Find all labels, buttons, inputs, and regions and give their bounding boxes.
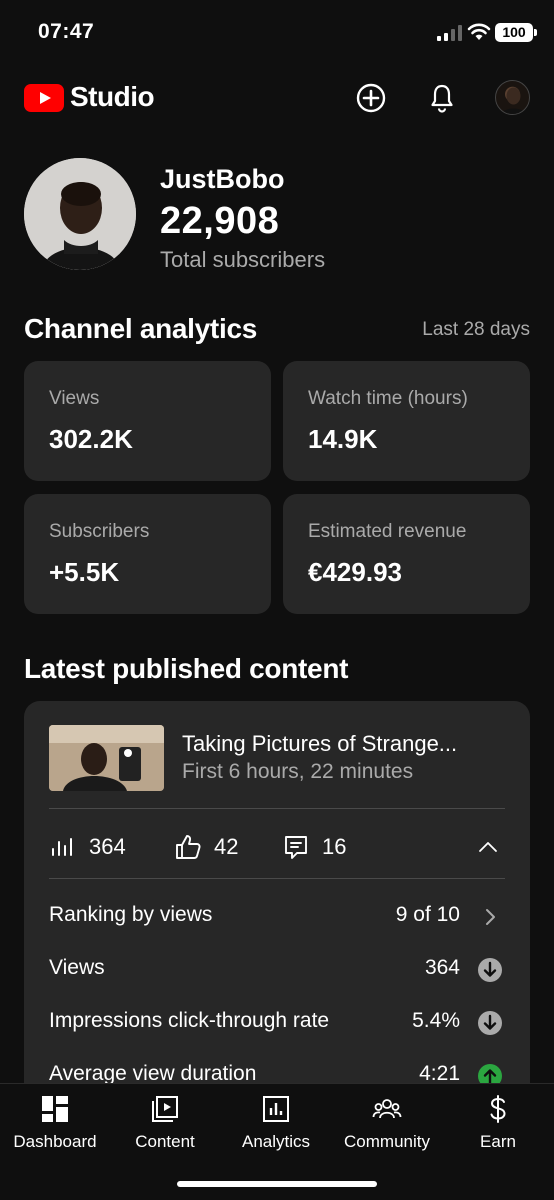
- views-row: Views 364: [49, 956, 505, 986]
- nav-label: Community: [344, 1132, 430, 1151]
- ctr-row: Impressions click-through rate 5.4%: [49, 1009, 505, 1039]
- nav-label: Analytics: [241, 1132, 311, 1151]
- likes-count: 42: [214, 834, 239, 859]
- analytics-icon: [263, 1096, 289, 1122]
- collapse-chevron-icon[interactable]: [476, 835, 500, 859]
- nav-earn[interactable]: Earn: [443, 1090, 553, 1160]
- community-icon: [372, 1099, 402, 1119]
- likes-metric: 42: [174, 831, 238, 863]
- dashboard-icon: [42, 1096, 68, 1122]
- row-label: Ranking by views: [49, 903, 213, 926]
- video-title[interactable]: Taking Pictures of Strange...: [182, 731, 512, 757]
- nav-label: Earn: [480, 1132, 516, 1151]
- analytics-card-views[interactable]: Views 302.2K: [24, 361, 271, 481]
- account-avatar[interactable]: [495, 80, 530, 115]
- analytics-card-revenue[interactable]: Estimated revenue €429.93: [283, 494, 530, 614]
- card-label: Estimated revenue: [308, 521, 467, 542]
- youtube-logo-icon: [24, 84, 64, 112]
- nav-label: Dashboard: [13, 1132, 97, 1151]
- views-metric: 364: [49, 831, 126, 863]
- channel-name: JustBobo: [160, 164, 285, 194]
- nav-analytics[interactable]: Analytics: [221, 1090, 331, 1160]
- nav-label: Content: [135, 1132, 195, 1151]
- analytics-card-watch-time[interactable]: Watch time (hours) 14.9K: [283, 361, 530, 481]
- comments-count: 16: [322, 834, 347, 859]
- bar-chart-icon: [52, 838, 72, 856]
- video-thumbnail[interactable]: [49, 725, 164, 791]
- nav-dashboard[interactable]: Dashboard: [0, 1090, 110, 1160]
- subscriber-count: 22,908: [160, 200, 280, 242]
- status-time: 07:47: [38, 20, 95, 43]
- divider: [49, 808, 505, 809]
- card-value: 302.2K: [49, 424, 133, 454]
- comment-icon: [285, 836, 307, 859]
- home-indicator[interactable]: [177, 1181, 377, 1187]
- row-value: 364: [424, 956, 460, 979]
- create-icon[interactable]: [355, 82, 387, 114]
- nav-content[interactable]: Content: [110, 1090, 220, 1160]
- nav-community[interactable]: Community: [332, 1090, 442, 1160]
- video-subtitle: First 6 hours, 22 minutes: [182, 760, 414, 783]
- notifications-bell-icon[interactable]: [426, 82, 458, 114]
- card-value: 14.9K: [308, 424, 378, 454]
- row-value: 5.4%: [412, 1009, 460, 1032]
- card-label: Subscribers: [49, 521, 150, 542]
- chevron-right-icon[interactable]: [478, 905, 502, 929]
- trend-down-icon: [478, 958, 502, 982]
- thumbs-up-icon: [176, 835, 201, 859]
- brand-title: Studio: [70, 81, 155, 112]
- latest-content-card: Taking Pictures of Strange... First 6 ho…: [24, 701, 530, 1121]
- content-library-icon: [152, 1096, 178, 1122]
- app-header: Studio: [0, 72, 554, 126]
- wifi-icon: [467, 23, 491, 40]
- dollar-sign-icon: [490, 1095, 506, 1123]
- cellular-signal-icon: [437, 25, 462, 41]
- card-label: Watch time (hours): [308, 388, 468, 409]
- latest-content-title: Latest published content: [24, 653, 349, 684]
- analytics-period[interactable]: Last 28 days: [422, 319, 530, 341]
- channel-avatar[interactable]: [24, 158, 136, 270]
- battery-indicator: 100: [495, 23, 537, 42]
- analytics-card-subscribers[interactable]: Subscribers +5.5K: [24, 494, 271, 614]
- row-value: 9 of 10: [395, 903, 460, 926]
- views-count: 364: [89, 834, 126, 859]
- row-label: Impressions click-through rate: [49, 1009, 330, 1032]
- comments-metric: 16: [282, 831, 346, 863]
- card-value: +5.5K: [49, 557, 120, 587]
- trend-down-icon: [478, 1011, 502, 1035]
- ranking-row[interactable]: Ranking by views 9 of 10: [49, 903, 505, 933]
- card-label: Views: [49, 388, 100, 409]
- subscriber-count-label: Total subscribers: [160, 247, 326, 272]
- channel-analytics-title: Channel analytics: [24, 313, 257, 344]
- divider: [49, 878, 505, 879]
- status-bar: 07:47 100: [0, 0, 554, 66]
- row-label: Views: [49, 956, 105, 979]
- card-value: €429.93: [308, 557, 402, 587]
